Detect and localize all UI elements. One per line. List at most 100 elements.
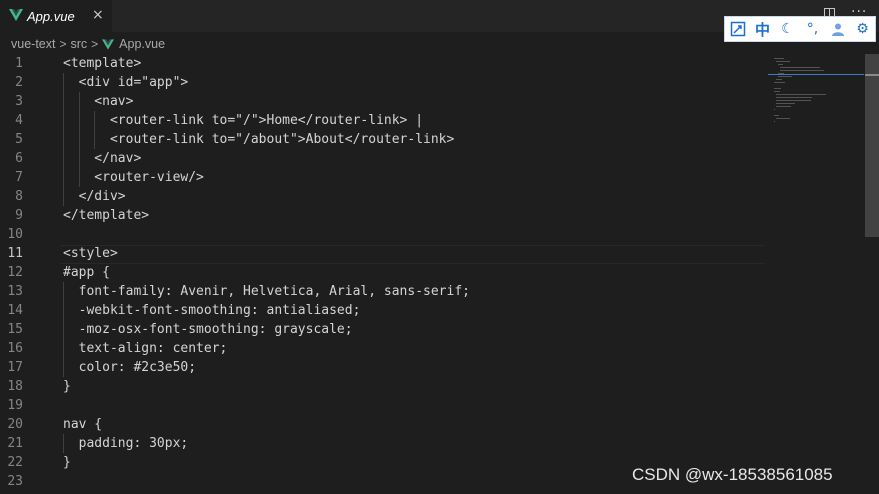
close-icon[interactable]: × (92, 7, 104, 23)
line-number: 9 (15, 208, 23, 223)
code-line[interactable]: 19 (0, 396, 865, 415)
minimap[interactable] (770, 54, 864, 214)
tab-app-vue[interactable]: App.vue × (0, 0, 112, 32)
indent-guide (63, 73, 64, 92)
line-number: 21 (7, 436, 23, 451)
code-line[interactable]: 10 (0, 225, 865, 244)
line-number: 3 (15, 94, 23, 109)
code-text: -webkit-font-smoothing: antialiased; (63, 303, 361, 318)
line-number: 12 (7, 265, 23, 280)
indent-guide (78, 111, 80, 130)
indent-guide (78, 92, 80, 111)
code-text: <style> (63, 246, 118, 261)
user-icon-graphic (831, 23, 844, 36)
code-text: padding: 30px; (63, 436, 189, 451)
code-line[interactable]: 9 </template> (0, 206, 865, 225)
code-text: <router-link to="/">Home</router-link> | (63, 113, 424, 128)
indent-guide (63, 358, 64, 377)
code-text: </div> (63, 189, 126, 204)
line-number: 7 (15, 170, 23, 185)
minimap-line (776, 118, 790, 119)
indent-guide (63, 130, 64, 149)
line-number: 4 (15, 113, 23, 128)
code-text: color: #2c3e50; (63, 360, 197, 375)
code-line[interactable]: 5 <router-link to="/about">About</router… (0, 130, 865, 149)
vue-icon (102, 38, 115, 50)
indent-guide (63, 92, 64, 111)
line-number: 19 (7, 398, 23, 413)
minimap-line (776, 97, 812, 98)
line-number: 5 (15, 132, 23, 147)
code-text: } (63, 379, 71, 394)
code-text: <nav> (63, 94, 134, 109)
code-line[interactable]: 2 <div id="app"> (0, 73, 865, 92)
code-text: nav { (63, 417, 103, 432)
code-line[interactable]: 8 </div> (0, 187, 865, 206)
breadcrumb-file[interactable]: App.vue (119, 37, 165, 51)
line-number: 13 (7, 284, 23, 299)
indent-guide (63, 434, 64, 453)
code-text: } (63, 455, 71, 470)
code-text: <template> (63, 56, 142, 71)
breadcrumb-subfolder[interactable]: src (70, 37, 87, 51)
minimap-cursor-line (768, 74, 864, 75)
line-number: 11 (7, 246, 23, 261)
code-line[interactable]: 4 <router-link to="/">Home</router-link>… (0, 111, 865, 130)
code-editor[interactable]: 1 <template> 2 <div id="app"> 3 <nav> 4 <rou… (0, 54, 865, 494)
indent-guide (63, 168, 64, 187)
minimap-line (774, 88, 781, 89)
gear-icon[interactable]: ⚙ (850, 17, 875, 41)
code-line[interactable]: 15 -moz-osx-font-smoothing: grayscale; (0, 320, 865, 339)
code-text: </template> (63, 208, 150, 223)
moon-icon[interactable]: ☾ (775, 17, 800, 41)
code-line[interactable]: 13 font-family: Avenir, Helvetica, Arial… (0, 282, 865, 301)
indent-guide (63, 149, 64, 168)
code-text: text-align: center; (63, 341, 228, 356)
punctuation-icon[interactable]: °, (800, 17, 825, 41)
code-line[interactable]: 12 #app { (0, 263, 865, 282)
indent-guide (63, 301, 64, 320)
indent-guide (63, 111, 64, 130)
line-number: 17 (7, 360, 23, 375)
user-icon[interactable] (825, 17, 850, 41)
code-text: <div id="app"> (63, 75, 189, 90)
code-text: #app { (63, 265, 110, 280)
breadcrumb-folder[interactable]: vue-text (11, 37, 55, 51)
code-line[interactable]: 1 <template> (0, 54, 865, 73)
minimap-line (774, 58, 784, 59)
code-line[interactable]: 21 padding: 30px; (0, 434, 865, 453)
code-line[interactable]: 14 -webkit-font-smoothing: antialiased; (0, 301, 865, 320)
minimap-line (776, 103, 795, 104)
line-number: 2 (15, 75, 23, 90)
code-text: <router-link to="/about">About</router-l… (63, 132, 455, 147)
indent-guide (63, 339, 64, 358)
tab-label: App.vue (27, 9, 75, 24)
line-number: 18 (7, 379, 23, 394)
ime-switch-icon-graphic (730, 21, 745, 37)
minimap-line (780, 70, 824, 71)
code-text: -moz-osx-font-smoothing: grayscale; (63, 322, 353, 337)
ime-toolbar: 中 ☾ °, ⚙ (724, 16, 876, 42)
code-line[interactable]: 17 color: #2c3e50; (0, 358, 865, 377)
line-number: 14 (7, 303, 23, 318)
indent-guide (78, 149, 80, 168)
code-line[interactable]: 20 nav { (0, 415, 865, 434)
code-line[interactable]: 11 <style> (0, 244, 865, 263)
indent-guide (78, 168, 80, 187)
code-line[interactable]: 18} (0, 377, 865, 396)
code-line[interactable]: 3 <nav> (0, 92, 865, 111)
code-line[interactable]: 7 <router-view/> (0, 168, 865, 187)
vue-icon (9, 9, 23, 21)
ime-switch-icon[interactable] (725, 17, 750, 41)
minimap-line (778, 76, 792, 77)
ime-mode-chinese[interactable]: 中 (750, 17, 775, 41)
minimap-line (776, 61, 790, 62)
breadcrumb: vue-text > src > App.vue (11, 35, 165, 53)
line-number: 8 (15, 189, 23, 204)
watermark: CSDN @wx-18538561085 (632, 465, 833, 484)
code-line[interactable]: 6 </nav> (0, 149, 865, 168)
scrollbar-thumb[interactable] (865, 54, 879, 237)
minimap-line (776, 79, 782, 80)
code-line[interactable]: 16 text-align: center; (0, 339, 865, 358)
minimap-line (780, 67, 820, 68)
